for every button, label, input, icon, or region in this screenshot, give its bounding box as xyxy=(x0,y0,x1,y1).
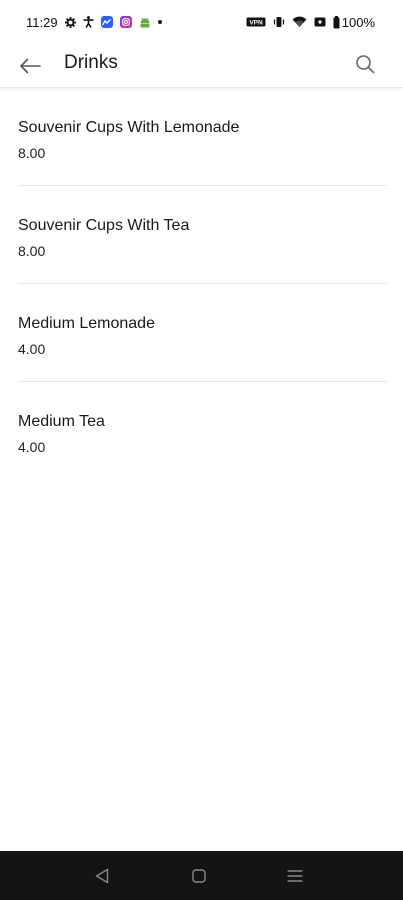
list-item[interactable]: Souvenir Cups With Tea 8.00 xyxy=(18,186,387,284)
list-item[interactable]: Medium Tea 4.00 xyxy=(18,382,387,480)
battery-saver-icon xyxy=(314,16,326,28)
item-name: Medium Lemonade xyxy=(18,315,155,332)
status-time: 11:29 xyxy=(26,14,58,30)
list-item[interactable]: Medium Lemonade 4.00 xyxy=(18,284,387,382)
recents-menu-icon xyxy=(287,870,303,882)
item-price: 8.00 xyxy=(18,145,46,161)
item-price: 4.00 xyxy=(18,439,46,455)
nav-back-button[interactable] xyxy=(89,863,115,889)
settings-icon xyxy=(64,16,76,28)
status-right: VPN 100% xyxy=(246,15,375,30)
notification-dot xyxy=(157,20,162,24)
search-icon xyxy=(356,55,375,74)
battery-percent: 100% xyxy=(341,14,375,30)
system-nav-bar xyxy=(0,851,403,900)
battery-group: 100% xyxy=(333,15,375,30)
item-price: 4.00 xyxy=(18,341,46,357)
item-name: Souvenir Cups With Tea xyxy=(18,217,190,234)
android-icon xyxy=(139,17,151,28)
vibrate-icon xyxy=(273,16,285,28)
back-button[interactable] xyxy=(14,50,46,82)
vpn-icon: VPN xyxy=(246,17,266,27)
page-title: Drinks xyxy=(64,52,118,73)
item-price: 8.00 xyxy=(18,243,46,259)
nav-recents-button[interactable] xyxy=(282,863,308,889)
messenger-icon xyxy=(100,16,113,28)
drinks-list: Souvenir Cups With Lemonade 8.00 Souveni… xyxy=(18,88,387,480)
item-name: Medium Tea xyxy=(18,413,105,430)
wifi-icon xyxy=(292,16,307,28)
list-item[interactable]: Souvenir Cups With Lemonade 8.00 xyxy=(18,88,387,186)
item-name: Souvenir Cups With Lemonade xyxy=(18,119,240,136)
app-bar: Drinks xyxy=(0,44,403,88)
back-triangle-icon xyxy=(95,868,109,884)
home-square-icon xyxy=(192,869,206,883)
instagram-icon xyxy=(119,16,132,28)
accessibility-icon xyxy=(83,16,94,28)
nav-home-button[interactable] xyxy=(186,863,212,889)
screen: 11:29 VPN 100% Drinks Souvenir Cups With… xyxy=(0,0,403,900)
svg-text:VPN: VPN xyxy=(249,20,263,27)
status-left: 11:29 xyxy=(26,15,162,30)
search-button[interactable] xyxy=(349,48,381,80)
arrow-left-icon xyxy=(20,58,41,74)
status-bar: 11:29 VPN 100% xyxy=(0,0,403,44)
battery-icon xyxy=(333,15,340,29)
